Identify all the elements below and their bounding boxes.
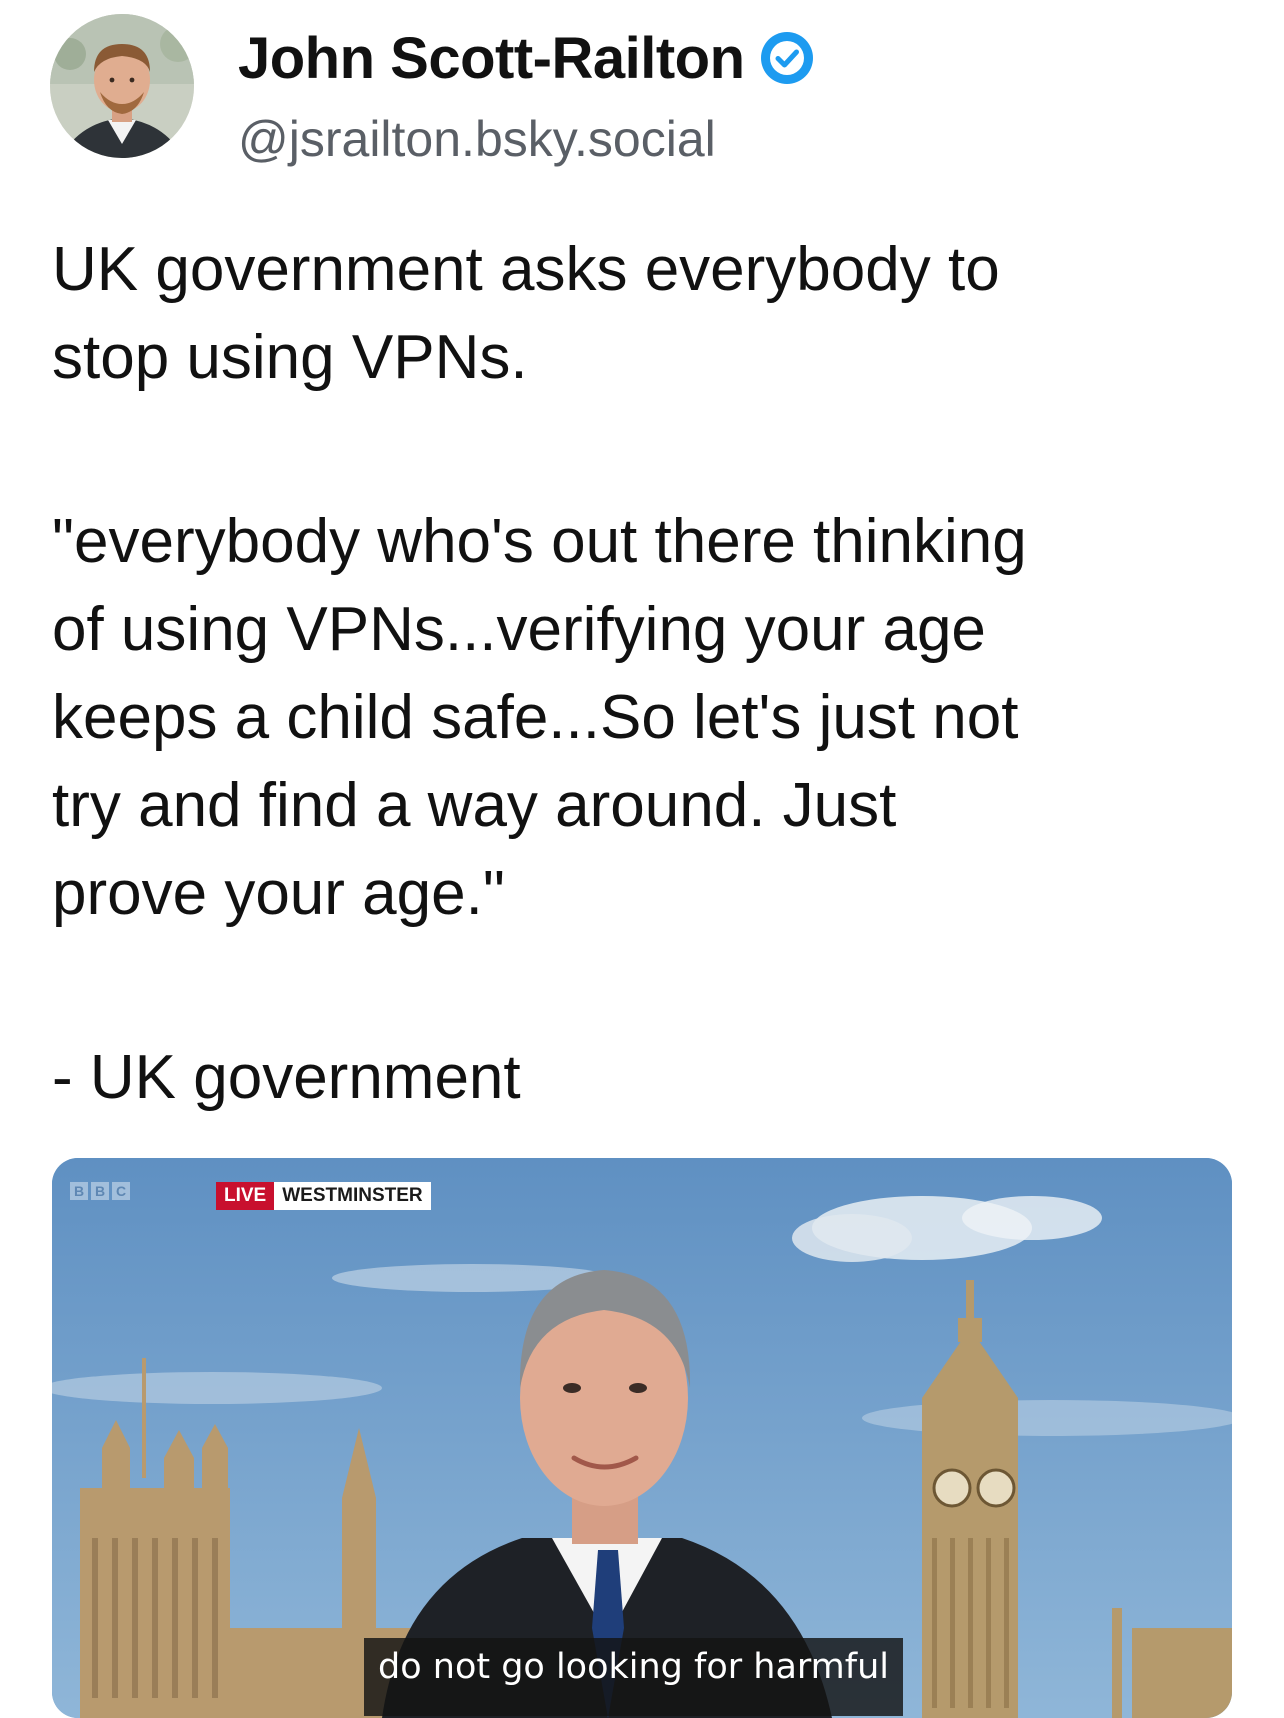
video-embed[interactable]: B B C LIVE WESTMINSTER do not go looking… — [52, 1158, 1232, 1718]
channel-logo-letter: B — [91, 1182, 109, 1200]
post-header: John Scott-Railton @jsrailton.bsky.socia… — [0, 0, 1284, 200]
bbc-channel-logo: B B C — [70, 1182, 130, 1200]
video-subtitle: do not go looking for harmful — [364, 1638, 904, 1716]
display-name[interactable]: John Scott-Railton — [238, 25, 745, 92]
location-label: WESTMINSTER — [274, 1182, 431, 1210]
post-text-headline: UK government asks everybody to stop usi… — [52, 235, 1000, 392]
display-name-row: John Scott-Railton — [238, 18, 815, 98]
author-handle[interactable]: @jsrailton.bsky.social — [238, 110, 716, 168]
channel-logo-letter: C — [112, 1182, 130, 1200]
avatar[interactable] — [50, 14, 194, 158]
profile-photo — [50, 14, 194, 158]
live-location-tag: LIVE WESTMINSTER — [216, 1182, 431, 1210]
channel-logo-letter: B — [70, 1182, 88, 1200]
video-frame — [52, 1158, 1232, 1718]
post-text-attribution: - UK government — [52, 1043, 521, 1112]
post-text-quote: "everybody who's out there thinking of u… — [52, 507, 1027, 928]
post-body: UK government asks everybody to stop usi… — [52, 226, 1252, 1122]
verified-check-icon — [759, 30, 815, 86]
live-badge: LIVE — [216, 1182, 275, 1210]
